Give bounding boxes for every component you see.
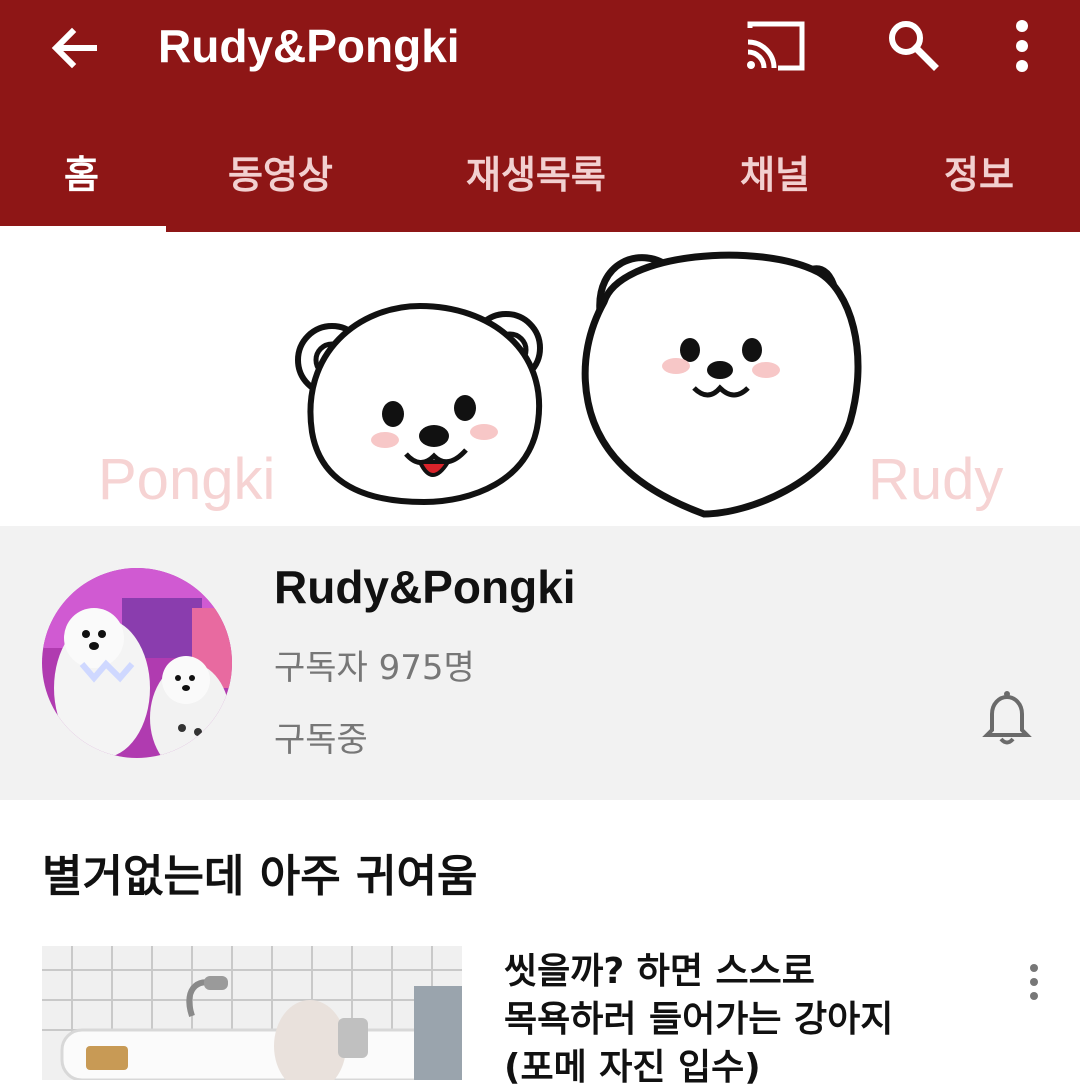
back-arrow-icon[interactable] bbox=[44, 18, 104, 78]
more-vert-icon[interactable] bbox=[1000, 14, 1044, 78]
subscriber-count: 구독자 975명 bbox=[274, 648, 475, 688]
avatar[interactable] bbox=[42, 568, 232, 758]
bell-icon[interactable] bbox=[980, 688, 1034, 748]
section-title: 별거없는데 아주 귀여움 bbox=[42, 851, 478, 902]
subscribe-status[interactable]: 구독중 bbox=[274, 712, 368, 761]
video-more-icon[interactable] bbox=[1016, 962, 1052, 1006]
search-icon[interactable] bbox=[884, 16, 940, 72]
tab-videos[interactable]: 동영상 bbox=[228, 144, 333, 199]
video-title[interactable]: 씻을까? 하면 스스로 목욕하러 들어가는 강아지 (포메 자진 입수) bbox=[504, 948, 944, 1092]
tab-bar: 홈 동영상 재생목록 채널 정보 bbox=[0, 130, 1080, 232]
top-toolbar: Rudy&Pongki bbox=[0, 0, 1080, 96]
tab-home[interactable]: 홈 bbox=[64, 144, 99, 199]
channel-header: Rudy&Pongki 구독자 975명 구독중 bbox=[0, 526, 1080, 800]
cast-icon[interactable] bbox=[744, 18, 808, 74]
channel-title: Rudy&Pongki bbox=[158, 20, 460, 72]
tab-playlists[interactable]: 재생목록 bbox=[466, 144, 606, 199]
banner-label-pongki: Pongki bbox=[98, 447, 276, 512]
tab-channels[interactable]: 채널 bbox=[740, 144, 810, 199]
tab-about[interactable]: 정보 bbox=[944, 144, 1014, 199]
banner-label-rudy: Rudy bbox=[868, 447, 1004, 512]
app-bar: Rudy&Pongki 홈 동영상 재생목록 채널 정보 bbox=[0, 0, 1080, 232]
video-thumbnail[interactable] bbox=[42, 946, 462, 1080]
channel-name: Rudy&Pongki bbox=[274, 561, 576, 613]
channel-banner: Pongki Rudy bbox=[0, 232, 1080, 526]
